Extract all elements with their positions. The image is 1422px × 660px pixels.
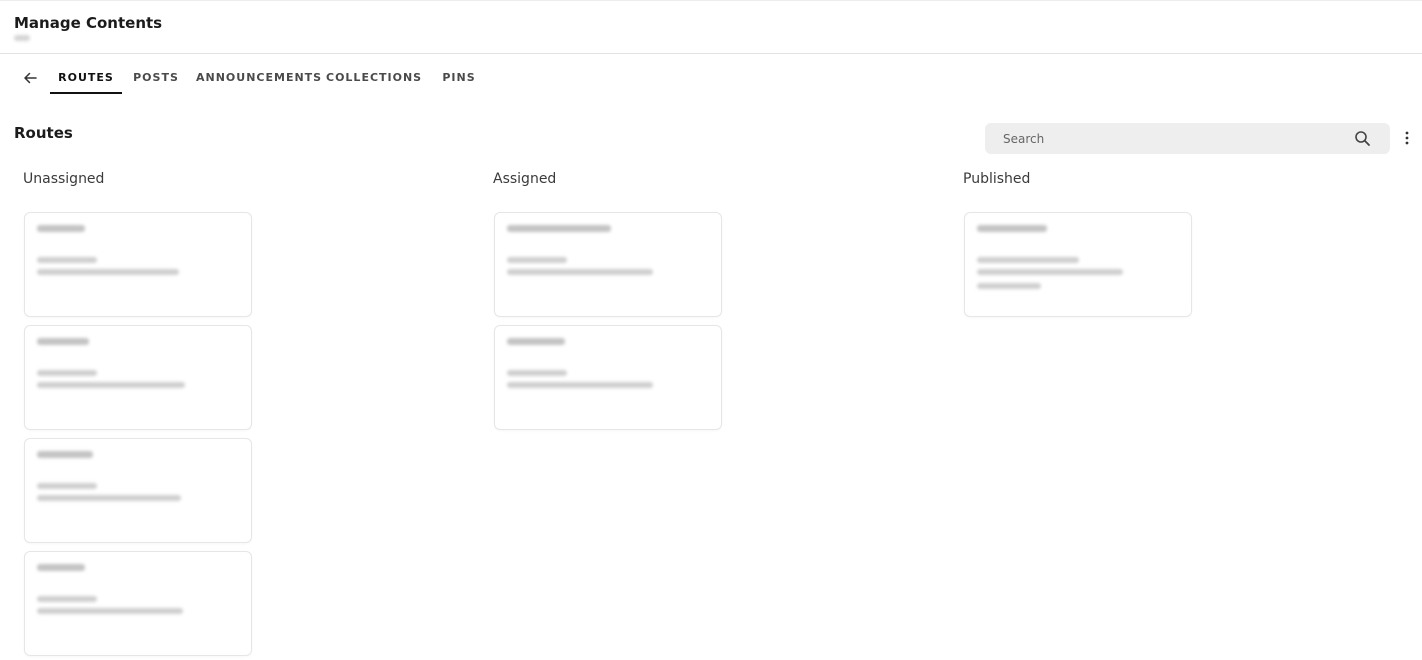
arrow-left-icon <box>24 72 37 84</box>
route-card[interactable] <box>24 551 252 656</box>
tab-posts[interactable]: POSTS <box>130 62 182 94</box>
subtitle-redacted <box>14 35 30 41</box>
column-title-unassigned: Unassigned <box>23 171 105 187</box>
route-card[interactable] <box>964 212 1192 317</box>
route-card[interactable] <box>494 325 722 430</box>
card-title-redacted <box>507 338 565 345</box>
card-meta-redacted <box>37 269 179 275</box>
card-title-redacted <box>37 225 85 232</box>
more-vert-icon[interactable] <box>1399 129 1415 147</box>
card-meta-redacted <box>37 483 97 489</box>
card-title-redacted <box>37 451 93 458</box>
tab-collections[interactable]: COLLECTIONS <box>326 62 421 94</box>
route-card[interactable] <box>24 325 252 430</box>
back-button[interactable] <box>20 68 40 88</box>
card-meta-redacted <box>507 257 567 263</box>
page-header: Manage Contents <box>0 0 1422 54</box>
route-card[interactable] <box>24 212 252 317</box>
card-meta-redacted <box>977 257 1079 263</box>
card-meta-redacted <box>37 495 181 501</box>
search-icon[interactable] <box>1354 130 1371 147</box>
tab-bar: ROUTES POSTS ANNOUNCEMENTS COLLECTIONS P… <box>0 62 520 96</box>
app-root: Manage Contents ROUTES POSTS ANNOUNCEMEN… <box>0 0 1422 660</box>
route-card[interactable] <box>24 438 252 543</box>
card-title-redacted <box>507 225 611 232</box>
card-meta-redacted <box>37 370 97 376</box>
card-meta-redacted <box>977 283 1041 289</box>
card-meta-redacted <box>37 608 183 614</box>
column-title-assigned: Assigned <box>493 171 557 187</box>
search-box <box>985 123 1390 154</box>
card-meta-redacted <box>507 269 653 275</box>
card-meta-redacted <box>37 382 185 388</box>
card-title-redacted <box>37 564 85 571</box>
page-title: Manage Contents <box>14 14 163 32</box>
route-card[interactable] <box>494 212 722 317</box>
column-title-published: Published <box>963 171 1031 187</box>
card-meta-redacted <box>37 257 97 263</box>
card-meta-redacted <box>507 382 653 388</box>
tab-announcements[interactable]: ANNOUNCEMENTS <box>196 62 321 94</box>
card-meta-redacted <box>507 370 567 376</box>
tab-pins[interactable]: PINS <box>438 62 480 94</box>
search-input[interactable] <box>985 123 1345 154</box>
tab-routes[interactable]: ROUTES <box>50 62 122 94</box>
card-meta-redacted <box>977 269 1123 275</box>
section-title: Routes <box>14 124 73 142</box>
card-title-redacted <box>977 225 1047 232</box>
card-meta-redacted <box>37 596 97 602</box>
card-title-redacted <box>37 338 89 345</box>
